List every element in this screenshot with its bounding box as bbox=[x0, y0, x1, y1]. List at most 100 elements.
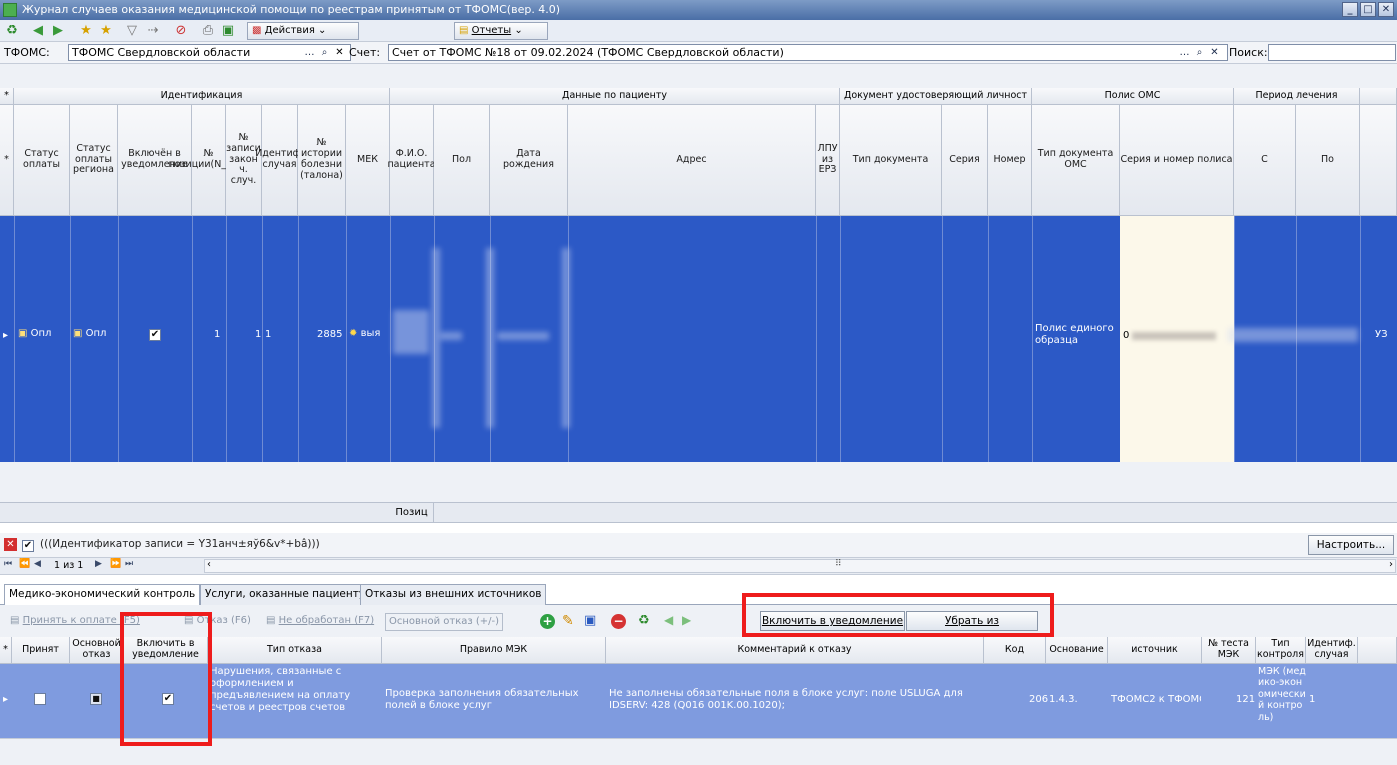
delete-icon[interactable]: − bbox=[611, 614, 626, 629]
col2-main-reject[interactable]: Основной отказ bbox=[70, 637, 124, 664]
search-input[interactable] bbox=[1268, 44, 1396, 61]
col-birth-date[interactable]: Дата рождения bbox=[490, 105, 568, 216]
col2-test-no[interactable]: № теста МЭК bbox=[1202, 637, 1256, 664]
accepted-checkbox[interactable] bbox=[34, 693, 46, 709]
actions-button[interactable]: ▩ Действия ⌄ bbox=[247, 22, 359, 40]
back-arrow-icon[interactable]: ◀ bbox=[664, 613, 673, 627]
scroll-grip-icon[interactable]: ⠿ bbox=[835, 559, 842, 569]
tab-services[interactable]: Услуги, оказанные пациенту bbox=[200, 584, 371, 605]
pager-last-icon[interactable]: ⏭ bbox=[125, 559, 133, 569]
pager-next-icon[interactable]: ▶ bbox=[95, 559, 102, 569]
col-oms-doc-type[interactable]: Тип документа ОМС bbox=[1032, 105, 1120, 216]
col-payment-status[interactable]: Статус оплаты bbox=[14, 105, 70, 216]
not-processed-button[interactable]: ▤ Не обработан (F7) bbox=[266, 613, 374, 631]
filter-enable-checkbox[interactable]: ✔ bbox=[22, 538, 34, 552]
actions-label: Действия bbox=[264, 25, 315, 36]
reports-icon: ▤ bbox=[459, 25, 469, 36]
pager-prev-icon[interactable]: ◀ bbox=[34, 559, 41, 569]
policy-series-cell[interactable]: 0 bbox=[1120, 216, 1234, 462]
search-icon[interactable]: ⌕ bbox=[1193, 45, 1206, 60]
band-identification: Идентификация bbox=[14, 88, 390, 105]
main-reject-checkbox[interactable]: ■ bbox=[90, 693, 102, 705]
forward-arrow-icon[interactable]: ▶ bbox=[682, 613, 691, 627]
main-reject-button[interactable]: Основной отказ (+/-) bbox=[385, 613, 504, 631]
print-icon[interactable]: ⎙ bbox=[200, 23, 216, 39]
region-status-cell[interactable]: ▣ Опл bbox=[73, 328, 106, 339]
chevron-down-icon: ⌄ bbox=[318, 25, 327, 36]
pager-prev-page-icon[interactable]: ⏪ bbox=[19, 559, 30, 569]
filter-icon[interactable]: ▽ bbox=[124, 23, 140, 39]
search-icon[interactable]: ⌕ bbox=[318, 45, 331, 60]
configure-button[interactable]: Настроить... bbox=[1308, 535, 1394, 555]
col2-accepted[interactable]: Принят bbox=[12, 637, 70, 664]
col2-reject-type[interactable]: Тип отказа bbox=[208, 637, 382, 664]
reject-type-cell: Нарушения, связанные с оформлением и пре… bbox=[210, 666, 351, 713]
basis-cell: 1.4.3. bbox=[1049, 694, 1078, 705]
favorite-add-icon[interactable]: ★ bbox=[78, 23, 94, 39]
filter-apply-icon[interactable]: ⇢ bbox=[145, 23, 161, 39]
col-region-status[interactable]: Статус оплаты региона bbox=[70, 105, 118, 216]
horizontal-scrollbar[interactable]: ‹ ⠿ › bbox=[204, 559, 1396, 573]
col-sex[interactable]: Пол bbox=[434, 105, 490, 216]
back-arrow-icon[interactable]: ◀ bbox=[30, 23, 46, 39]
tab-mek[interactable]: Медико-экономический контроль bbox=[4, 584, 201, 606]
col-history-no[interactable]: № истории болезни (талона) bbox=[298, 105, 346, 216]
clear-icon[interactable]: ✕ bbox=[333, 45, 346, 60]
law-no-cell: 1 bbox=[255, 329, 262, 340]
col2-basis[interactable]: Основание bbox=[1046, 637, 1108, 664]
col2-mek-rule[interactable]: Правило МЭК bbox=[382, 637, 606, 664]
account-field[interactable]: Счет от ТФОМС №18 от 09.02.2024 (ТФОМС С… bbox=[388, 44, 1228, 61]
ellipsis-icon[interactable]: … bbox=[303, 45, 316, 60]
col-series[interactable]: Серия bbox=[942, 105, 988, 216]
band-marker: * bbox=[0, 88, 14, 105]
col-lpu[interactable]: ЛПУ из ЕРЗ bbox=[816, 105, 840, 216]
edit-icon[interactable]: ✎ bbox=[562, 613, 574, 629]
minimize-button[interactable]: _ bbox=[1342, 2, 1358, 17]
ellipsis-icon[interactable]: … bbox=[1178, 45, 1191, 60]
col2-source[interactable]: источник bbox=[1108, 637, 1202, 664]
actions-icon: ▩ bbox=[252, 25, 262, 36]
favorite-icon[interactable]: ★ bbox=[98, 23, 114, 39]
col-mek[interactable]: МЕК bbox=[346, 105, 390, 216]
close-button[interactable]: ✕ bbox=[1378, 2, 1394, 17]
filter-close-icon[interactable]: ✕ bbox=[4, 538, 17, 551]
col-policy-series[interactable]: Серия и номер полиса bbox=[1120, 105, 1234, 216]
pager-first-icon[interactable]: ⏮ bbox=[4, 559, 12, 569]
maximize-button[interactable]: □ bbox=[1360, 2, 1376, 17]
forward-arrow-icon[interactable]: ▶ bbox=[50, 23, 66, 39]
pager-next-page-icon[interactable]: ⏩ bbox=[110, 559, 121, 569]
col-number[interactable]: Номер bbox=[988, 105, 1032, 216]
clear-icon[interactable]: ✕ bbox=[1208, 45, 1221, 60]
policy-redacted bbox=[1132, 332, 1216, 340]
tab-external-rejects[interactable]: Отказы из внешних источников bbox=[360, 584, 547, 605]
history-no-cell: 2885 bbox=[317, 329, 343, 340]
band-patient: Данные по пациенту bbox=[390, 88, 840, 105]
scroll-right-icon[interactable]: › bbox=[1389, 559, 1393, 570]
col2-control-type[interactable]: Тип контроля bbox=[1256, 637, 1306, 664]
col-address[interactable]: Адрес bbox=[568, 105, 816, 216]
col-case-id[interactable]: Идентиф. случая bbox=[255, 105, 304, 216]
payment-status-cell[interactable]: ▣ Опл bbox=[18, 328, 51, 339]
highlight-notice-buttons bbox=[742, 593, 1054, 637]
account-label: Счет: bbox=[349, 46, 381, 59]
mek-cell: ✹ выя bbox=[349, 328, 380, 339]
col2-comment[interactable]: Комментарий к отказу bbox=[606, 637, 984, 664]
refresh-icon[interactable]: ♻ bbox=[638, 613, 650, 628]
col-to[interactable]: По bbox=[1296, 105, 1360, 216]
reports-button[interactable]: ▤ Отчеты ⌄ bbox=[454, 22, 548, 40]
filter-bar: ТФОМС: ТФОМС Свердловской области … ⌕ ✕ … bbox=[0, 42, 1397, 64]
refresh-icon[interactable]: ♻ bbox=[4, 23, 20, 39]
in-notice-checkbox[interactable]: ✔ bbox=[149, 329, 161, 341]
add-icon[interactable]: + bbox=[540, 614, 555, 629]
col-extra[interactable] bbox=[1360, 105, 1397, 216]
save-icon[interactable]: ▣ bbox=[584, 613, 596, 628]
col-n-zap[interactable]: № позиции(N_ZAP) bbox=[168, 105, 249, 216]
col-doc-type[interactable]: Тип документа bbox=[840, 105, 942, 216]
col-fio[interactable]: Ф.И.О. пациента bbox=[387, 105, 436, 216]
col-from[interactable]: С bbox=[1234, 105, 1296, 216]
filter-clear-icon[interactable]: ⊘ bbox=[173, 23, 189, 39]
col2-case-id[interactable]: Идентиф. случая bbox=[1306, 637, 1358, 664]
scroll-left-icon[interactable]: ‹ bbox=[207, 559, 211, 570]
export-excel-icon[interactable]: ▣ bbox=[220, 23, 236, 39]
col2-code[interactable]: Код bbox=[984, 637, 1046, 664]
